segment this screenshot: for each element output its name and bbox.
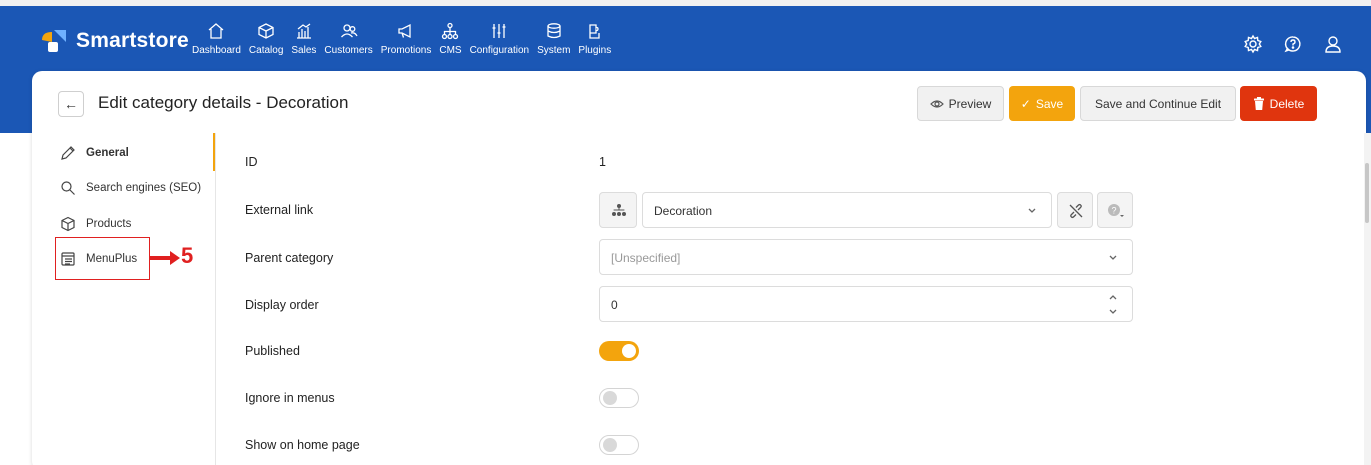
external-link-value: Decoration (654, 204, 713, 218)
external-link-select[interactable]: Decoration (642, 192, 1052, 228)
parent-category-label: Parent category (245, 251, 334, 265)
sidebar-item-label: General (86, 147, 129, 159)
published-toggle[interactable] (599, 341, 639, 361)
sidebar-item-products[interactable]: Products (60, 216, 131, 232)
main-nav: Dashboard Catalog Sales Customers Promot… (192, 22, 611, 56)
home-icon (209, 23, 224, 39)
page-scrollbar[interactable] (1364, 133, 1371, 465)
nav-promotions[interactable]: Promotions (380, 22, 432, 56)
save-continue-label: Save and Continue Edit (1094, 96, 1222, 111)
display-order-label: Display order (245, 298, 319, 312)
annotation-highlight-box (55, 237, 150, 280)
published-label: Published (245, 344, 300, 358)
sliders-icon (492, 24, 506, 38)
ignore-menus-toggle[interactable] (599, 388, 639, 408)
question-circle-icon: ? (1108, 204, 1124, 217)
sidebar-item-label: Products (86, 218, 132, 230)
trash-icon (1253, 97, 1264, 110)
nav-label: Sales (291, 45, 317, 56)
display-order-stepper[interactable]: 0 (599, 286, 1133, 322)
nav-dashboard[interactable]: Dashboard (192, 22, 241, 56)
check-icon: ✓ (1020, 96, 1031, 111)
chevron-up-icon[interactable] (1108, 293, 1118, 301)
nav-plugins[interactable]: Plugins (578, 22, 611, 56)
chevron-down-icon[interactable] (1108, 308, 1118, 316)
nav-label: System (537, 45, 571, 56)
sidebar-item-label: Search engines (SEO) (86, 182, 202, 194)
arrow-left-icon: ← (64, 96, 78, 112)
cube-icon (61, 216, 75, 232)
nav-label: Customers (324, 45, 373, 56)
external-link-label: External link (245, 203, 314, 217)
megaphone-icon (398, 23, 411, 39)
ignore-menus-label: Ignore in menus (245, 391, 335, 405)
toggle-knob (603, 438, 617, 452)
annotation-number: 5 (181, 243, 194, 268)
nav-customers[interactable]: Customers (324, 22, 373, 56)
nav-label: Configuration (469, 45, 530, 56)
save-button[interactable]: ✓ Save (1009, 86, 1075, 121)
help-dropdown-button[interactable]: ? (1097, 192, 1133, 228)
chevron-down-icon (1028, 208, 1036, 213)
preview-button[interactable]: Preview (917, 86, 1004, 121)
sitemap-icon (612, 204, 626, 216)
parent-category-value: [Unspecified] (611, 251, 681, 265)
database-icon (547, 23, 561, 39)
nav-label: CMS (439, 45, 462, 56)
sitemap-icon (442, 22, 459, 40)
scrollbar-thumb[interactable] (1365, 163, 1369, 223)
sidebar-item-seo[interactable]: Search engines (SEO) (60, 180, 201, 196)
nav-configuration[interactable]: Configuration (470, 22, 529, 56)
eye-icon (929, 99, 944, 108)
nav-label: Dashboard (192, 45, 241, 56)
toggle-knob (603, 391, 617, 405)
svg-text:?: ? (1111, 206, 1116, 216)
sales-chart-icon (296, 23, 311, 39)
pencil-icon (61, 146, 75, 160)
id-label: ID (245, 155, 258, 169)
delete-label: Delete (1269, 96, 1305, 111)
page-title: Edit category details - Decoration (98, 93, 349, 112)
save-label: Save (1035, 96, 1064, 111)
plugin-icon (589, 24, 600, 39)
save-continue-button[interactable]: Save and Continue Edit (1080, 86, 1236, 121)
smartstore-logo-icon (42, 30, 66, 52)
show-home-toggle[interactable] (599, 435, 639, 455)
nav-cms[interactable]: CMS (439, 22, 462, 56)
user-icon[interactable] (1323, 34, 1343, 54)
sidebar-item-general[interactable]: General (60, 145, 129, 161)
show-home-label: Show on home page (245, 438, 360, 452)
toggle-knob (622, 344, 636, 358)
unlink-icon (1069, 203, 1083, 219)
settings-icon[interactable] (1243, 34, 1263, 54)
box-icon (258, 23, 274, 39)
nav-label: Plugins (578, 45, 612, 56)
arrow-right-icon (150, 251, 180, 265)
users-icon (340, 24, 358, 38)
link-type-button[interactable] (599, 192, 637, 228)
chevron-down-icon (1109, 255, 1117, 260)
unlink-button[interactable] (1057, 192, 1093, 228)
delete-button[interactable]: Delete (1240, 86, 1317, 121)
parent-category-select[interactable]: [Unspecified] (599, 239, 1133, 275)
nav-label: Catalog (248, 45, 284, 56)
app-name: Smartstore (76, 29, 189, 52)
id-value: 1 (599, 155, 606, 169)
help-icon[interactable] (1283, 34, 1303, 54)
app-logo[interactable]: Smartstore (40, 28, 189, 54)
top-right-icons (1243, 34, 1343, 54)
preview-label: Preview (948, 96, 992, 111)
nav-catalog[interactable]: Catalog (249, 22, 283, 56)
back-button[interactable]: ← (58, 91, 84, 117)
nav-system[interactable]: System (537, 22, 570, 56)
sidebar-divider (215, 133, 216, 465)
nav-sales[interactable]: Sales (291, 22, 316, 56)
display-order-value: 0 (611, 298, 618, 312)
nav-label: Promotions (380, 45, 432, 56)
search-icon (61, 181, 75, 195)
